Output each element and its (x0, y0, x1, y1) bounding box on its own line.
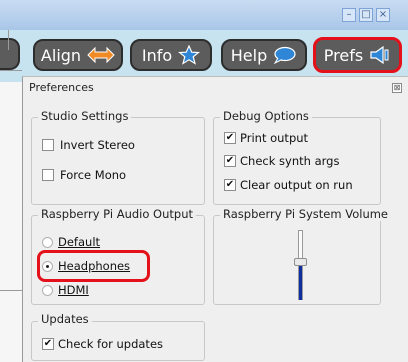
debug-options-title: Debug Options (220, 109, 312, 123)
help-label: Help (230, 45, 268, 65)
speech-bubble-icon (274, 46, 296, 64)
toolbar: Align Info Help Prefs (0, 30, 408, 82)
prefs-button[interactable]: Prefs (313, 37, 402, 73)
volume-slider-thumb[interactable] (294, 258, 307, 266)
print-output-checkbox[interactable]: ✔ (224, 132, 236, 144)
align-arrows-icon (87, 46, 115, 64)
close-window-button[interactable]: × (376, 8, 390, 22)
speaker-icon (370, 46, 389, 64)
clear-output-label: Clear output on run (240, 178, 353, 192)
force-mono-label: Force Mono (60, 168, 127, 182)
system-volume-group: Raspberry Pi System Volume (213, 207, 392, 305)
invert-stereo-checkbox[interactable] (42, 139, 54, 151)
default-radio[interactable] (42, 237, 53, 248)
volume-slider-fill (299, 264, 302, 300)
minimize-button[interactable]: – (342, 8, 356, 22)
align-label: Align (40, 45, 82, 65)
debug-options-group: Debug Options ✔ Print output ✔ Check syn… (213, 109, 381, 205)
audio-output-group: Raspberry Pi Audio Output Default Headph… (31, 207, 205, 305)
system-volume-title: Raspberry Pi System Volume (220, 207, 392, 221)
check-for-updates-checkbox[interactable]: ✔ (42, 338, 54, 350)
audio-output-title: Raspberry Pi Audio Output (38, 207, 196, 221)
hdmi-text: HDMI (58, 283, 89, 297)
check-synth-args-label: Check synth args (240, 154, 340, 168)
window-titlebar: – □ × (0, 0, 408, 31)
align-button[interactable]: Align (33, 39, 123, 71)
check-for-updates-label: Check for updates (58, 337, 164, 351)
updates-group: Updates ✔ Check for updates (31, 312, 205, 361)
studio-settings-title: Studio Settings (38, 109, 132, 123)
toolbar-button-partial[interactable] (0, 38, 20, 70)
star-icon (178, 45, 201, 65)
invert-stereo-label: Invert Stereo (60, 138, 135, 152)
force-mono-checkbox[interactable] (42, 169, 54, 181)
info-button[interactable]: Info (130, 39, 212, 71)
studio-settings-group: Studio Settings Invert Stereo Force Mono (31, 109, 205, 205)
hdmi-radio[interactable] (42, 285, 53, 296)
headphones-label: Headphones (58, 259, 130, 273)
headphones-radio[interactable] (42, 261, 53, 272)
panel-close-icon[interactable]: ⊠ (392, 83, 402, 93)
hdmi-label: HDMI (58, 283, 89, 297)
left-edge-divider (8, 30, 9, 50)
preferences-panel: Preferences ⊠ Studio Settings Invert Ste… (22, 76, 408, 362)
headphones-text: Headphones (58, 259, 131, 273)
left-edge-divider (0, 70, 22, 71)
default-text: Default (58, 235, 101, 249)
prefs-label: Prefs (323, 45, 364, 65)
help-button[interactable]: Help (221, 39, 307, 71)
left-edge-divider (0, 290, 22, 291)
print-output-label: Print output (240, 131, 309, 145)
updates-title: Updates (38, 312, 92, 326)
maximize-button[interactable]: □ (359, 8, 373, 22)
clear-output-checkbox[interactable]: ✔ (224, 179, 236, 191)
check-synth-args-checkbox[interactable]: ✔ (224, 155, 236, 167)
info-label: Info (141, 45, 173, 65)
preferences-title: Preferences (29, 81, 94, 94)
default-label: Default (58, 235, 100, 249)
